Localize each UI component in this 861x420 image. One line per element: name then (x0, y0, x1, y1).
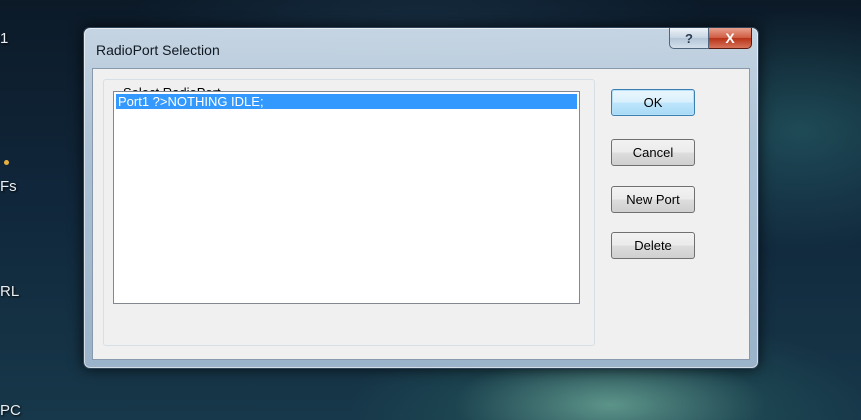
delete-button[interactable]: Delete (611, 232, 695, 259)
dialog-client-area: Select RadioPort Port1 ?>NOTHING IDLE; O… (92, 68, 750, 360)
desktop-icon-label[interactable]: RL (0, 283, 19, 300)
dialog-title: RadioPort Selection (96, 42, 220, 58)
close-button[interactable]: X (709, 28, 752, 49)
desktop-icon-label[interactable]: PC (0, 402, 21, 419)
caption-buttons: ? X (669, 28, 752, 49)
close-icon: X (725, 30, 735, 46)
help-button[interactable]: ? (669, 28, 709, 49)
cancel-button[interactable]: Cancel (611, 139, 695, 166)
desktop-icon-dot (4, 160, 9, 165)
help-icon: ? (685, 30, 693, 46)
desktop-icon-label[interactable]: 1 (0, 30, 8, 47)
radioport-listbox[interactable]: Port1 ?>NOTHING IDLE; (113, 91, 580, 304)
list-item[interactable]: Port1 ?>NOTHING IDLE; (116, 94, 577, 109)
new-port-button[interactable]: New Port (611, 186, 695, 213)
desktop-icon-label[interactable]: Fs (0, 178, 17, 195)
radioport-selection-dialog: RadioPort Selection ? X Select RadioPort… (83, 27, 759, 369)
ok-button[interactable]: OK (611, 89, 695, 116)
